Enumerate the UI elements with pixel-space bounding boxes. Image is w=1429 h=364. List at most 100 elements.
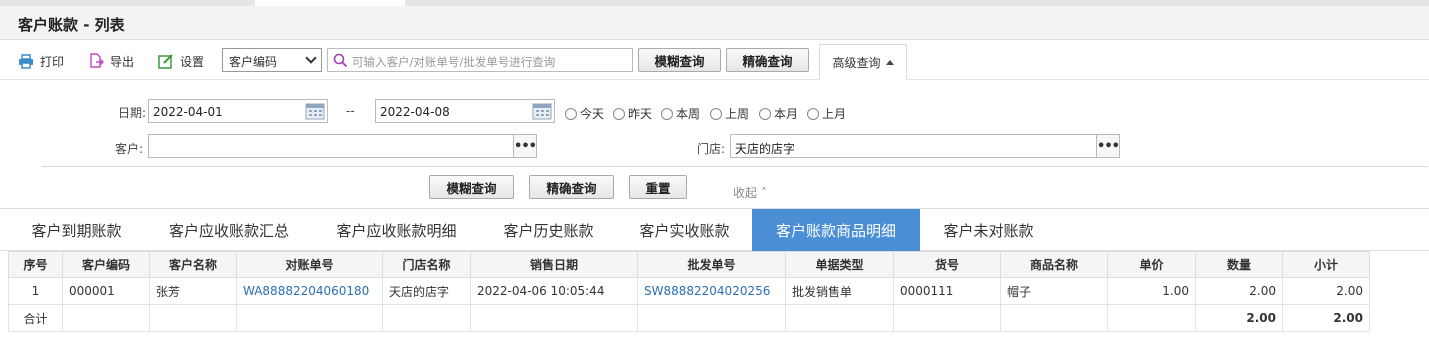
tab-unreconciled[interactable]: 客户未对账款	[920, 209, 1057, 251]
cell-subtotal: 2.00	[1282, 277, 1370, 305]
page-title: 客户账款 - 列表	[18, 16, 125, 34]
cell-seq: 1	[8, 277, 63, 305]
cell-qty: 2.00	[1195, 277, 1283, 305]
tab-history-accounts[interactable]: 客户历史账款	[480, 209, 617, 251]
export-label: 导出	[110, 54, 135, 69]
tab-bar: 客户到期账款 客户应收账款汇总 客户应收账款明细 客户历史账款 客户实收账款 客…	[0, 208, 1429, 251]
empty-cell	[62, 304, 150, 332]
date-from-input[interactable]: 2022-04-01	[148, 99, 328, 123]
collapse-label: 收起	[733, 186, 758, 200]
radio-circle	[759, 107, 771, 120]
cell-statement-link[interactable]: WA88882204060180	[236, 277, 383, 305]
date-to-input[interactable]: 2022-04-08	[375, 99, 555, 123]
radio-circle	[807, 107, 819, 120]
tab-due-accounts[interactable]: 客户到期账款	[8, 209, 145, 251]
search-input[interactable]: 可输入客户/对账单号/批发单号进行查询	[327, 48, 633, 72]
column-header[interactable]: 客户名称	[149, 251, 237, 278]
advanced-search-toggle[interactable]: 高级查询	[819, 44, 907, 80]
exact-search-button[interactable]: 精确查询	[726, 48, 809, 72]
cell-item-no: 0000111	[893, 277, 1001, 305]
search-field-select[interactable]: 客户编码	[222, 48, 322, 72]
filter-fuzzy-button[interactable]: 模糊查询	[429, 175, 514, 199]
column-header[interactable]: 单价	[1107, 251, 1196, 278]
table-header-row: 序号 客户编码 客户名称 对账单号 门店名称 销售日期 批发单号 单据类型 货号…	[8, 251, 1370, 278]
empty-cell	[785, 304, 894, 332]
radio-circle	[661, 107, 673, 120]
empty-cell	[149, 304, 237, 332]
tab-product-detail[interactable]: 客户账款商品明细	[752, 209, 920, 251]
radio-label: 今天	[580, 107, 605, 121]
chevron-down-icon	[305, 52, 317, 64]
empty-cell	[1107, 304, 1196, 332]
total-qty: 2.00	[1195, 304, 1283, 332]
radio-label: 上周	[725, 107, 750, 121]
store-picker-button[interactable]: •••	[1096, 135, 1120, 157]
tab-receivable-detail[interactable]: 客户应收账款明细	[313, 209, 480, 251]
radio-this-week[interactable]: 本周	[661, 105, 700, 122]
radio-last-month[interactable]: 上月	[807, 105, 846, 122]
customer-input[interactable]: •••	[148, 134, 537, 158]
empty-cell	[637, 304, 786, 332]
settings-label: 设置	[180, 54, 205, 69]
customer-picker-button[interactable]: •••	[513, 135, 537, 157]
radio-label: 本周	[676, 107, 701, 121]
store-input[interactable]: 天店的店字 •••	[730, 134, 1120, 158]
column-header[interactable]: 销售日期	[470, 251, 638, 278]
settings-button[interactable]: 设置	[158, 52, 204, 70]
cell-wholesale-link[interactable]: SW88882204020256	[637, 277, 786, 305]
detail-table: 序号 客户编码 客户名称 对账单号 门店名称 销售日期 批发单号 单据类型 货号…	[8, 251, 1370, 332]
cell-doc-type: 批发销售单	[785, 277, 894, 305]
export-icon	[90, 53, 104, 68]
table-total-row: 合计 2.00 2.00	[8, 304, 1370, 332]
chevron-up-icon: ˄	[760, 186, 767, 200]
radio-today[interactable]: 今天	[565, 105, 604, 122]
date-label: 日期:	[118, 106, 147, 120]
empty-cell	[236, 304, 383, 332]
reset-button[interactable]: 重置	[629, 175, 687, 199]
column-header[interactable]: 单据类型	[785, 251, 894, 278]
column-header[interactable]: 数量	[1195, 251, 1283, 278]
tab-received-accounts[interactable]: 客户实收账款	[617, 209, 752, 251]
column-header[interactable]: 客户编码	[62, 251, 150, 278]
column-header[interactable]: 门店名称	[382, 251, 471, 278]
radio-circle	[710, 107, 722, 120]
calendar-icon[interactable]	[305, 102, 325, 120]
store-value: 天店的店字	[735, 142, 796, 156]
date-from-value: 2022-04-01	[153, 105, 223, 119]
column-header[interactable]: 序号	[8, 251, 63, 278]
radio-label: 上月	[822, 107, 847, 121]
table-row[interactable]: 1 000001 张芳 WA88882204060180 天店的店字 2022-…	[8, 277, 1370, 305]
collapse-toggle[interactable]: 收起 ˄	[733, 184, 767, 201]
radio-last-week[interactable]: 上周	[710, 105, 749, 122]
radio-this-month[interactable]: 本月	[759, 105, 798, 122]
total-label: 合计	[8, 304, 63, 332]
print-button[interactable]: 打印	[18, 52, 64, 70]
empty-cell	[470, 304, 638, 332]
column-header[interactable]: 批发单号	[637, 251, 786, 278]
calendar-icon[interactable]	[532, 102, 552, 120]
advanced-search-label: 高级查询	[832, 55, 881, 70]
radio-label: 昨天	[628, 107, 653, 121]
date-separator: --	[346, 104, 355, 118]
tab-receivable-summary[interactable]: 客户应收账款汇总	[145, 209, 313, 251]
filter-divider	[42, 166, 1428, 167]
export-button[interactable]: 导出	[88, 52, 134, 70]
printer-icon	[19, 53, 33, 69]
total-subtotal: 2.00	[1282, 304, 1370, 332]
search-placeholder: 可输入客户/对账单号/批发单号进行查询	[352, 55, 556, 69]
print-label: 打印	[40, 54, 65, 69]
filter-exact-button[interactable]: 精确查询	[529, 175, 614, 199]
fuzzy-search-button[interactable]: 模糊查询	[638, 48, 721, 72]
customer-label: 客户:	[115, 142, 144, 156]
column-header[interactable]: 对账单号	[236, 251, 383, 278]
date-to-value: 2022-04-08	[380, 105, 450, 119]
edit-settings-icon	[158, 54, 173, 69]
radio-circle	[613, 107, 625, 120]
column-header[interactable]: 货号	[893, 251, 1001, 278]
column-header[interactable]: 小计	[1282, 251, 1370, 278]
caret-up-icon	[885, 59, 894, 65]
column-header[interactable]: 商品名称	[1000, 251, 1108, 278]
empty-cell	[382, 304, 471, 332]
radio-yesterday[interactable]: 昨天	[613, 105, 652, 122]
cell-customer-code: 000001	[62, 277, 150, 305]
